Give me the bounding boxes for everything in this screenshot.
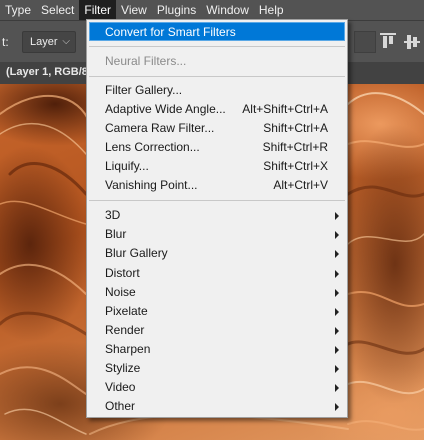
submenu-arrow-icon: [335, 327, 339, 335]
menu-item-shortcut: Shift+Ctrl+X: [263, 159, 328, 173]
menu-item-label: 3D: [105, 208, 121, 222]
submenu-arrow-icon: [335, 365, 339, 373]
menu-item-label: Adaptive Wide Angle...: [105, 102, 226, 116]
document-tab-title: (Layer 1, RGB/8: [6, 66, 88, 78]
separator: [89, 46, 345, 47]
menu-item-noise[interactable]: Noise: [89, 283, 345, 302]
layer-select[interactable]: Layer ⌵: [22, 31, 76, 53]
layer-select-value: Layer: [30, 36, 58, 48]
menu-item-adaptive-wide-angle[interactable]: Adaptive Wide Angle... Alt+Shift+Ctrl+A: [89, 100, 345, 119]
menu-item-sharpen[interactable]: Sharpen: [89, 340, 345, 359]
submenu-arrow-icon: [335, 250, 339, 258]
menu-item-label: Other: [105, 399, 136, 413]
separator: [89, 200, 345, 201]
menu-help[interactable]: Help: [254, 0, 289, 20]
submenu-arrow-icon: [335, 346, 339, 354]
menu-item-convert-smart-filters[interactable]: Convert for Smart Filters: [89, 22, 345, 41]
menu-item-label: Vanishing Point...: [105, 178, 198, 192]
menu-item-label: Convert for Smart Filters: [105, 25, 236, 39]
menu-item-distort[interactable]: Distort: [89, 264, 345, 283]
menu-item-label: Blur Gallery: [105, 246, 168, 260]
menu-item-liquify[interactable]: Liquify... Shift+Ctrl+X: [89, 157, 345, 176]
menu-item-lens-correction[interactable]: Lens Correction... Shift+Ctrl+R: [89, 138, 345, 157]
chevron-down-icon: ⌵: [62, 36, 70, 47]
submenu-arrow-icon: [335, 308, 339, 316]
menu-item-blur-gallery[interactable]: Blur Gallery: [89, 244, 345, 263]
submenu-arrow-icon: [335, 289, 339, 297]
menu-item-other[interactable]: Other: [89, 397, 345, 416]
filter-menu: Convert for Smart Filters Neural Filters…: [86, 19, 348, 418]
menu-item-shortcut: Shift+Ctrl+R: [262, 140, 328, 154]
menu-item-label: Neural Filters...: [105, 54, 187, 68]
menu-item-label: Sharpen: [105, 342, 151, 356]
submenu-arrow-icon: [335, 212, 339, 220]
menu-item-shortcut: Shift+Ctrl+A: [263, 121, 328, 135]
menu-item-filter-gallery[interactable]: Filter Gallery...: [89, 81, 345, 100]
menu-item-pixelate[interactable]: Pixelate: [89, 302, 345, 321]
menu-item-label: Noise: [105, 285, 136, 299]
submenu-arrow-icon: [335, 270, 339, 278]
menu-item-blur[interactable]: Blur: [89, 225, 345, 244]
submenu-arrow-icon: [335, 231, 339, 239]
menu-item-label: Liquify...: [105, 159, 149, 173]
menu-select[interactable]: Select: [36, 0, 79, 20]
menu-item-label: Blur: [105, 227, 127, 241]
options-label: t:: [2, 35, 9, 49]
separator: [89, 76, 345, 77]
submenu-arrow-icon: [335, 403, 339, 411]
menu-bar: Type Select Filter View Plugins Window H…: [0, 0, 424, 20]
menu-filter[interactable]: Filter: [79, 0, 117, 20]
menu-item-camera-raw-filter[interactable]: Camera Raw Filter... Shift+Ctrl+A: [89, 119, 345, 138]
menu-item-shortcut: Alt+Shift+Ctrl+A: [242, 102, 328, 116]
menu-item-label: Render: [105, 323, 145, 337]
menu-item-shortcut: Alt+Ctrl+V: [273, 178, 328, 192]
transform-controls-toggle[interactable]: [354, 31, 376, 53]
menu-item-render[interactable]: Render: [89, 321, 345, 340]
menu-item-vanishing-point[interactable]: Vanishing Point... Alt+Ctrl+V: [89, 176, 345, 195]
menu-item-label: Camera Raw Filter...: [105, 121, 215, 135]
menu-item-label: Pixelate: [105, 304, 148, 318]
menu-item-label: Video: [105, 380, 136, 394]
menu-item-stylize[interactable]: Stylize: [89, 359, 345, 378]
menu-item-label: Distort: [105, 266, 140, 280]
menu-item-video[interactable]: Video: [89, 378, 345, 397]
menu-view[interactable]: View: [116, 0, 152, 20]
menu-type[interactable]: Type: [0, 0, 36, 20]
menu-item-3d[interactable]: 3D: [89, 206, 345, 225]
menu-item-neural-filters[interactable]: Neural Filters...: [89, 52, 345, 71]
align-vertical-center-icon[interactable]: [404, 33, 420, 51]
menu-item-label: Lens Correction...: [105, 140, 200, 154]
menu-plugins[interactable]: Plugins: [152, 0, 201, 20]
align-top-icon[interactable]: [380, 33, 396, 51]
menu-window[interactable]: Window: [201, 0, 254, 20]
menu-item-label: Filter Gallery...: [105, 83, 183, 97]
menu-item-label: Stylize: [105, 361, 141, 375]
submenu-arrow-icon: [335, 384, 339, 392]
